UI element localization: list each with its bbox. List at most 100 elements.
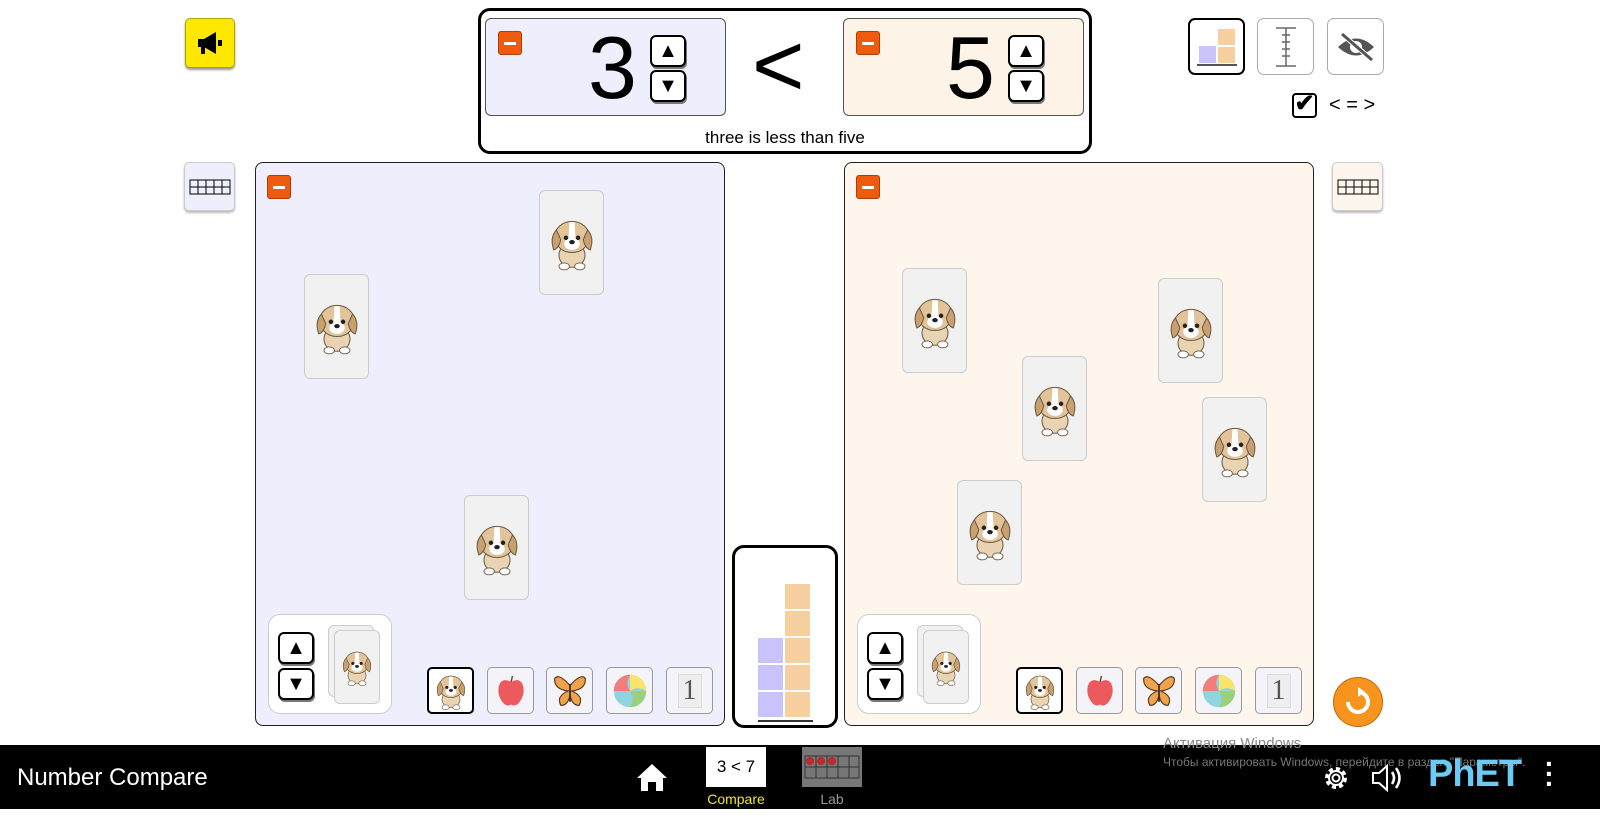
object-type-dog-button[interactable] [1016,667,1063,714]
object-type-butterfly-button[interactable] [546,667,593,714]
dog-icon [1022,671,1058,711]
dog-icon [471,519,523,577]
dog-card[interactable] [902,268,967,373]
home-icon[interactable] [635,762,669,792]
app-title: Number Compare [17,764,208,791]
object-type-ball-button[interactable] [1195,667,1242,714]
dog-icon [433,671,469,711]
dog-icon [909,292,961,350]
dog-card[interactable] [1158,278,1223,383]
butterfly-icon [1141,673,1177,709]
dog-icon [964,504,1016,562]
right-number-display: 5 ▲ ▼ [843,18,1084,116]
screen-button-compare[interactable]: 3 < 7 [706,747,766,787]
bar-chart [732,545,838,728]
object-type-dog-button[interactable] [427,667,474,714]
navigation-bar: Number Compare 3 < 7 Compare Lab Активац… [0,735,1600,809]
dog-card-source[interactable] [923,630,969,704]
bar-chart-icon [1196,28,1237,66]
screen-label-compare[interactable]: Compare [696,791,776,807]
left-remove-object-button[interactable]: ▼ [278,668,314,700]
dog-icon [1209,421,1261,479]
dog-card[interactable] [464,495,529,600]
right-object-creator: ▲ ▼ [857,614,981,714]
screen-button-lab[interactable] [802,747,862,787]
ball-icon [612,673,648,709]
ball-icon [1201,673,1237,709]
right-panel-hide-button[interactable] [856,175,880,199]
dog-icon [546,214,598,272]
number-line-icon [1275,26,1296,67]
megaphone-icon [198,32,222,54]
right-decrement-button[interactable]: ▼ [1008,70,1044,102]
dog-card[interactable] [1202,397,1267,502]
dog-icon [311,298,363,356]
left-number-display: 3 ▲ ▼ [485,18,726,116]
left-hide-button[interactable] [498,31,522,55]
dog-card[interactable] [957,480,1022,585]
left-increment-button[interactable]: ▲ [650,35,686,67]
reset-all-button[interactable] [1333,677,1383,727]
comparison-sentence: three is less than five [705,128,865,147]
more-options-icon[interactable]: · · · [1545,750,1554,798]
object-type-butterfly-button[interactable] [1135,667,1182,714]
right-organize-ten-frame-button[interactable] [1332,162,1383,211]
left-object-creator: ▲ ▼ [268,614,392,714]
dog-icon [928,647,964,687]
ten-frame-icon [1337,179,1378,194]
right-bar-block [785,665,810,690]
dog-card-source[interactable] [334,630,380,704]
dog-card[interactable] [1022,356,1087,461]
right-remove-object-button[interactable]: ▼ [867,668,903,700]
left-organize-ten-frame-button[interactable] [184,162,235,211]
relation-symbols-checkbox[interactable]: ✔ [1292,92,1317,118]
left-bar-block [758,665,783,690]
number-one-icon: 1 [1266,673,1291,708]
dog-icon [339,647,375,687]
compare-screen-icon: 3 < 7 [716,757,756,776]
watermark-title: Активация Windows [1163,735,1302,752]
phet-logo[interactable]: PhET [1428,753,1522,796]
reset-icon [1346,687,1370,714]
hide-button[interactable] [1327,18,1384,75]
left-bar-block [758,638,783,663]
right-bar-block [785,584,810,609]
eye-slash-icon [1337,31,1374,62]
object-type-number-button[interactable]: 1 [666,667,713,714]
bar-chart-view-button[interactable] [1188,18,1245,75]
dog-icon [1029,380,1081,438]
dog-icon [1165,302,1217,360]
object-type-apple-button[interactable] [487,667,534,714]
left-decrement-button[interactable]: ▼ [650,70,686,102]
object-type-number-button[interactable]: 1 [1255,667,1302,714]
right-play-area: ▲ ▼ 1 [844,162,1314,726]
left-number: 3 [588,18,637,117]
number-line-view-button[interactable] [1257,18,1314,75]
right-add-object-button[interactable]: ▲ [867,632,903,664]
apple-icon [1085,674,1115,708]
relation-symbols-label: < = > [1329,94,1376,116]
sound-icon[interactable] [1371,763,1405,793]
read-aloud-button[interactable] [185,18,235,68]
right-number: 5 [946,18,995,117]
butterfly-icon [552,673,588,709]
lab-screen-icon [804,755,860,779]
object-type-ball-button[interactable] [606,667,653,714]
left-panel-hide-button[interactable] [267,175,291,199]
dog-card[interactable] [304,274,369,379]
right-increment-button[interactable]: ▲ [1008,35,1044,67]
bar-chart-baseline [758,720,813,722]
left-bar-block [758,692,783,717]
number-one-icon: 1 [677,673,702,708]
right-bar-block [785,692,810,717]
dog-card[interactable] [539,190,604,295]
gear-icon[interactable] [1322,764,1350,792]
right-hide-button[interactable] [856,31,880,55]
screen-label-lab[interactable]: Lab [792,791,872,807]
comparison-symbol: < [752,16,805,116]
left-add-object-button[interactable]: ▲ [278,632,314,664]
object-type-apple-button[interactable] [1076,667,1123,714]
apple-icon [496,674,526,708]
right-bar-block [785,611,810,636]
ten-frame-icon [189,179,230,194]
